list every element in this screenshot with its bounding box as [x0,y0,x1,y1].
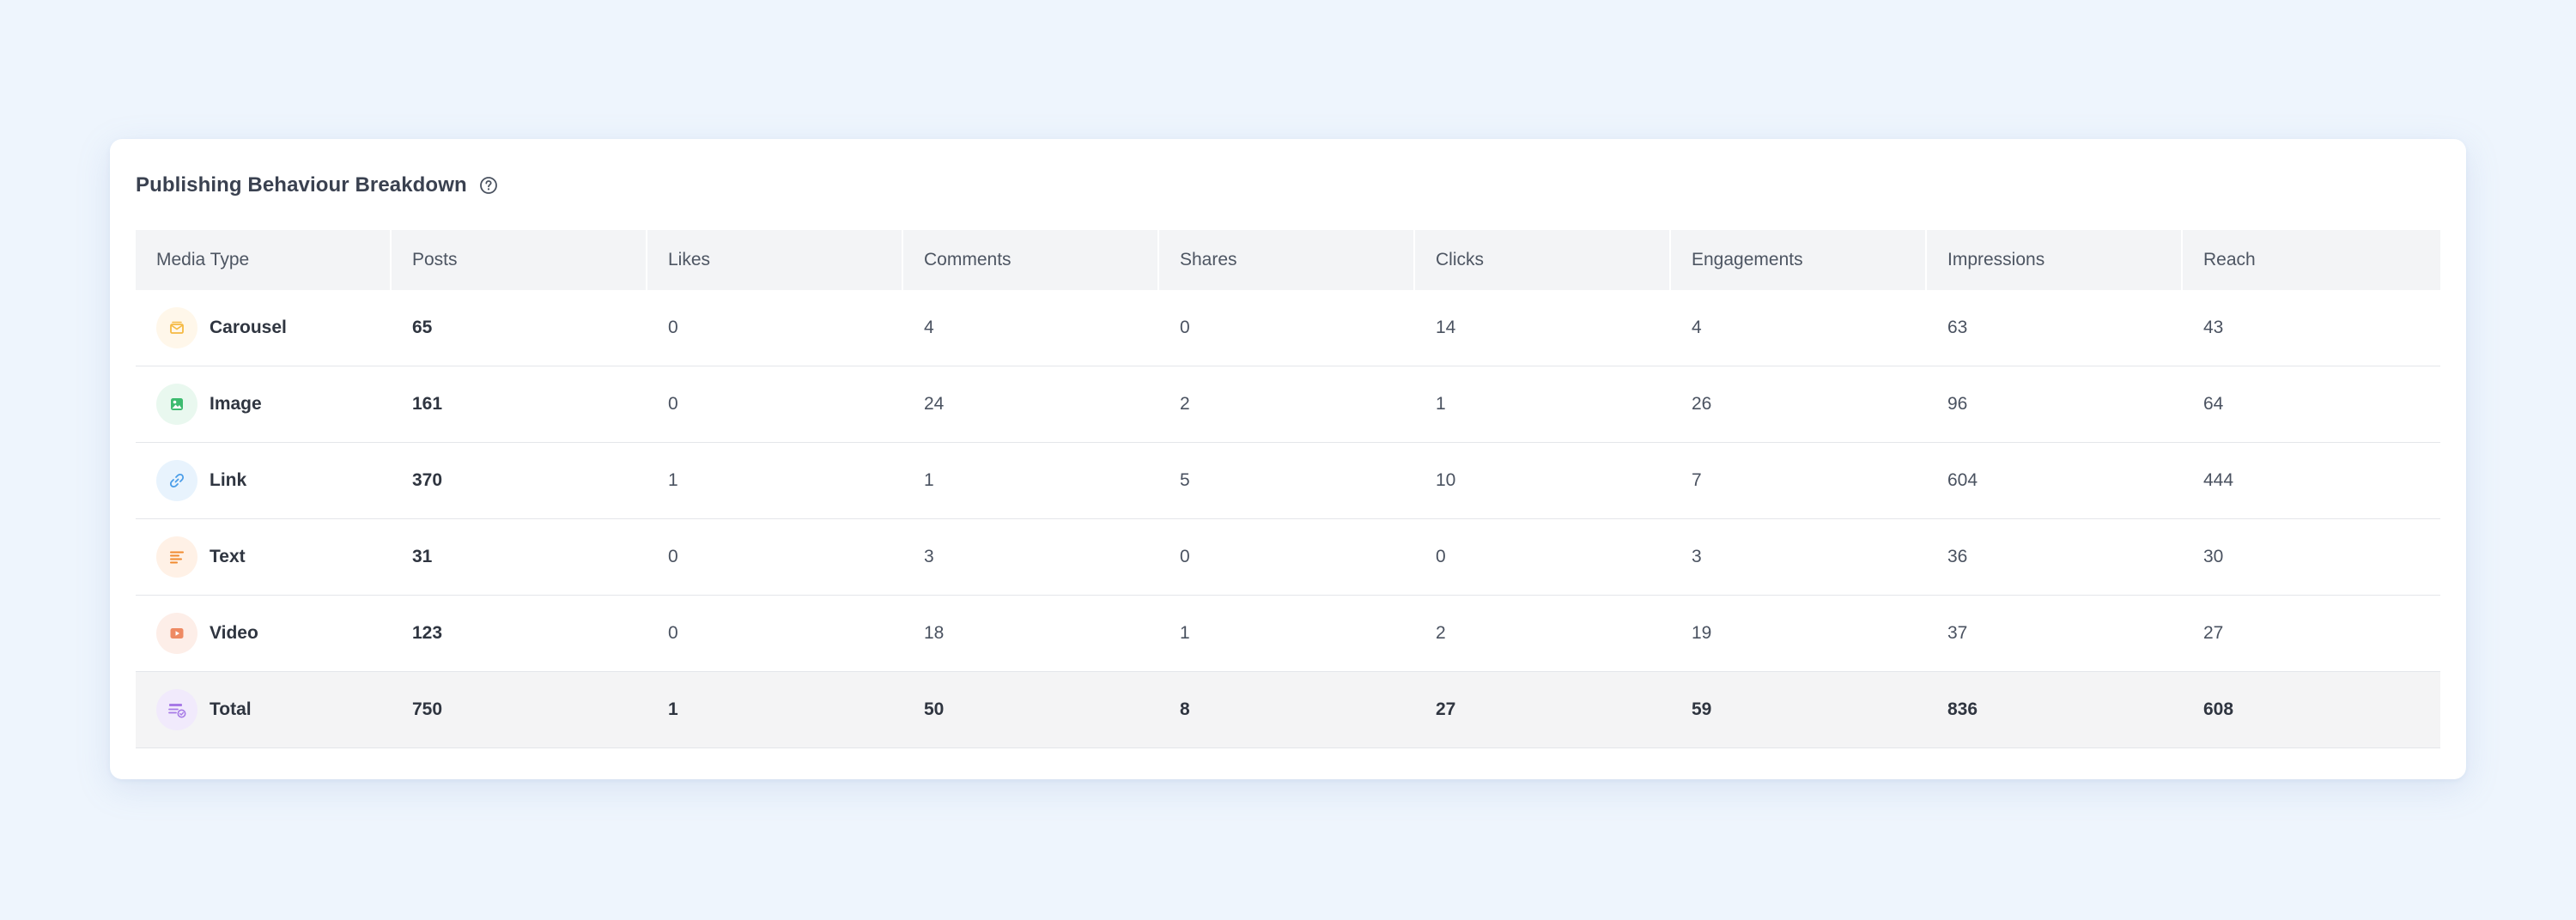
reach-value: 444 [2203,470,2234,490]
reach-value: 27 [2203,623,2224,643]
media-type-cell: Total [136,672,392,748]
breakdown-table: Media Type Posts Likes Comments Shares C… [136,230,2440,748]
total-likes-value: 1 [668,699,678,719]
impressions-value: 63 [1947,318,1968,337]
column-header-posts[interactable]: Posts [392,230,647,290]
impressions-value: 37 [1947,623,1968,643]
media-type-cell: Text [136,519,392,595]
impressions-value: 604 [1947,470,1978,490]
total-impressions-value: 836 [1947,699,1978,719]
comments-value: 1 [924,470,934,490]
total-icon [156,689,197,730]
total-comments-value: 50 [924,699,945,719]
media-type-cell: Carousel [136,290,392,366]
clicks-value: 2 [1436,623,1446,643]
posts-value: 65 [412,318,433,337]
media-type-cell: Image [136,366,392,442]
shares-value: 0 [1180,547,1190,566]
table-total-row: Total 750 1 50 8 27 59 836 608 [136,672,2440,748]
shares-value: 1 [1180,623,1190,643]
card-header: Publishing Behaviour Breakdown [136,168,498,203]
clicks-value: 0 [1436,547,1446,566]
media-type-label: Total [210,699,252,719]
image-icon [156,384,197,425]
total-posts-value: 750 [412,699,443,719]
column-header-engagements[interactable]: Engagements [1671,230,1927,290]
likes-value: 0 [668,318,678,337]
clicks-value: 1 [1436,394,1446,414]
likes-value: 0 [668,394,678,414]
column-header-impressions[interactable]: Impressions [1927,230,2183,290]
video-icon [156,613,197,654]
carousel-icon [156,307,197,348]
media-type-label: Image [210,394,262,414]
table-row: Link 370 1 1 5 10 7 604 444 [136,443,2440,519]
likes-value: 0 [668,623,678,643]
column-header-likes[interactable]: Likes [647,230,903,290]
likes-value: 1 [668,470,678,490]
comments-value: 4 [924,318,934,337]
posts-value: 31 [412,547,433,566]
reach-value: 30 [2203,547,2224,566]
media-type-cell: Video [136,596,392,671]
posts-value: 123 [412,623,443,643]
engagements-value: 3 [1692,547,1702,566]
likes-value: 0 [668,547,678,566]
media-type-cell: Link [136,443,392,518]
card-title: Publishing Behaviour Breakdown [136,173,467,197]
shares-value: 2 [1180,394,1190,414]
total-clicks-value: 27 [1436,699,1456,719]
text-icon [156,536,197,578]
publishing-behaviour-card: Publishing Behaviour Breakdown Media Typ… [110,139,2466,779]
engagements-value: 19 [1692,623,1712,643]
total-reach-value: 608 [2203,699,2234,719]
comments-value: 18 [924,623,945,643]
total-engagements-value: 59 [1692,699,1712,719]
table-row: Video 123 0 18 1 2 19 37 27 [136,596,2440,672]
media-type-label: Carousel [210,318,287,337]
reach-value: 64 [2203,394,2224,414]
engagements-value: 4 [1692,318,1702,337]
table-header-row: Media Type Posts Likes Comments Shares C… [136,230,2440,290]
table-row: Carousel 65 0 4 0 14 4 63 43 [136,290,2440,366]
media-type-label: Text [210,547,246,566]
impressions-value: 96 [1947,394,1968,414]
media-type-label: Link [210,470,247,490]
comments-value: 24 [924,394,945,414]
table-row: Text 31 0 3 0 0 3 36 30 [136,519,2440,596]
impressions-value: 36 [1947,547,1968,566]
shares-value: 0 [1180,318,1190,337]
shares-value: 5 [1180,470,1190,490]
column-header-comments[interactable]: Comments [903,230,1159,290]
posts-value: 161 [412,394,443,414]
clicks-value: 14 [1436,318,1456,337]
link-icon [156,460,197,501]
column-header-reach[interactable]: Reach [2183,230,2440,290]
column-header-media-type[interactable]: Media Type [136,230,392,290]
reach-value: 43 [2203,318,2224,337]
column-header-clicks[interactable]: Clicks [1415,230,1671,290]
media-type-label: Video [210,623,258,643]
table-row: Image 161 0 24 2 1 26 96 64 [136,366,2440,443]
clicks-value: 10 [1436,470,1456,490]
total-shares-value: 8 [1180,699,1190,719]
comments-value: 3 [924,547,934,566]
posts-value: 370 [412,470,443,490]
engagements-value: 26 [1692,394,1712,414]
help-circle-icon[interactable] [479,176,498,195]
column-header-shares[interactable]: Shares [1159,230,1415,290]
engagements-value: 7 [1692,470,1702,490]
